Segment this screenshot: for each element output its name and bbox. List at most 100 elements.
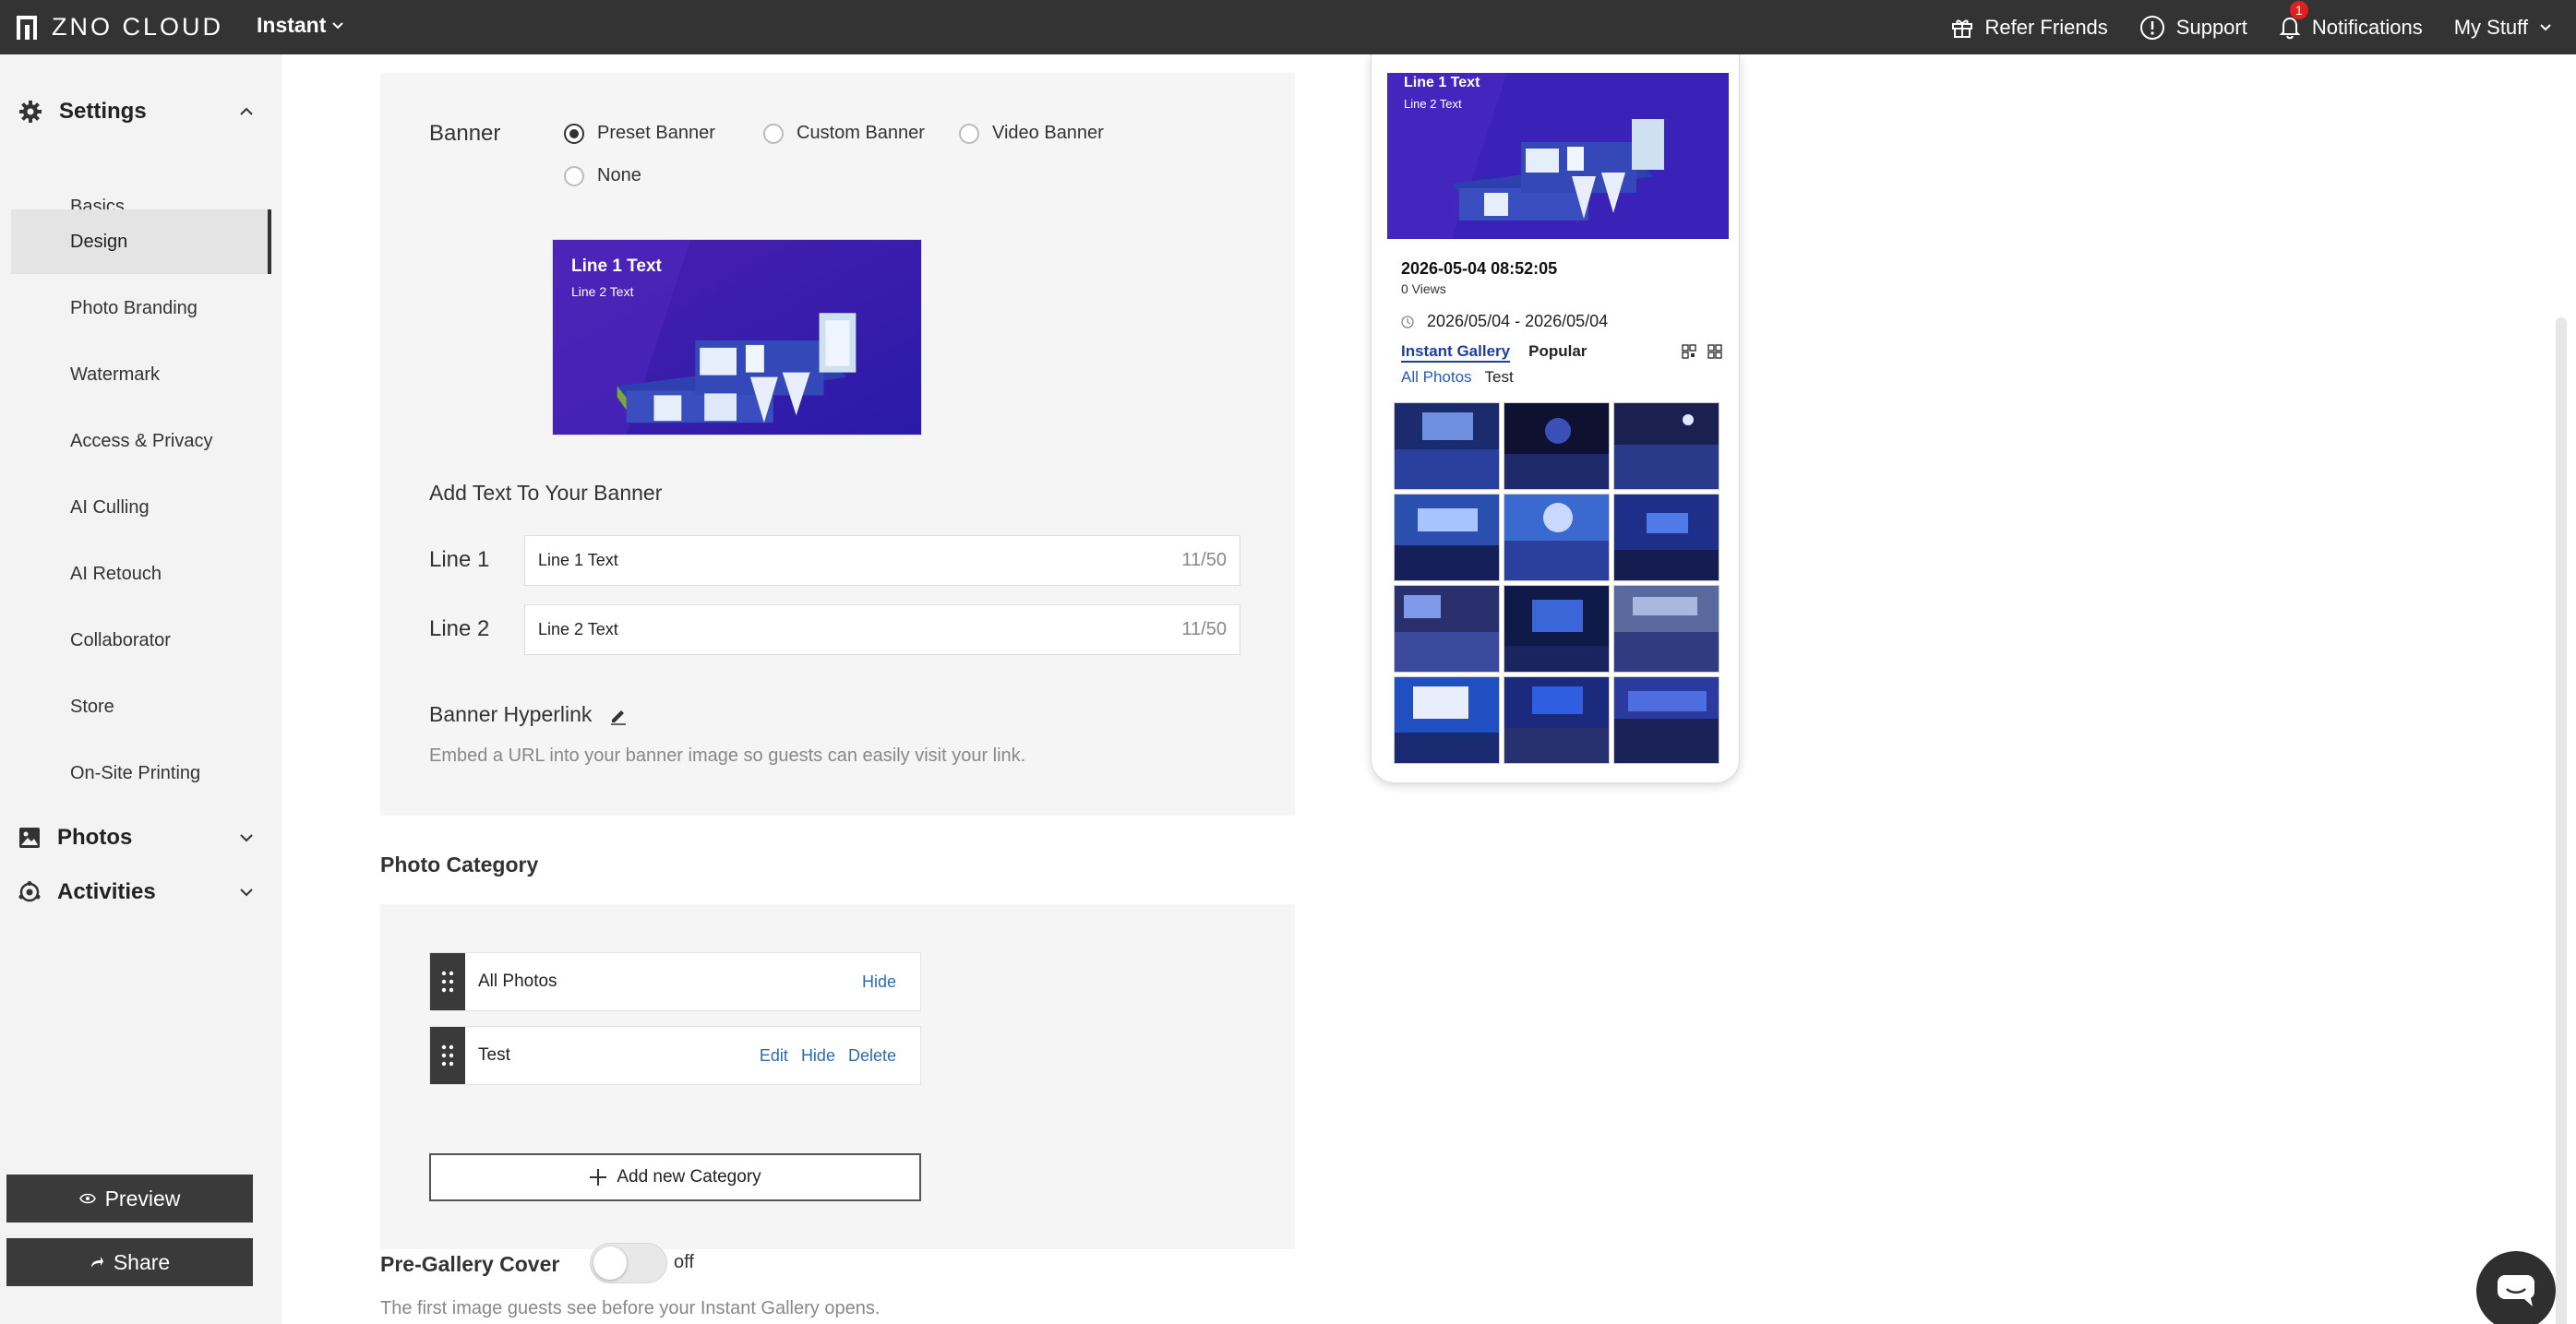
chevron-down-icon [240, 889, 253, 897]
photo-thumbnail[interactable] [1613, 585, 1719, 673]
activities-icon [18, 881, 41, 902]
radio-none[interactable]: None [564, 165, 641, 186]
pre-gallery-toggle[interactable] [590, 1243, 667, 1283]
plus-icon [590, 1169, 607, 1186]
logo-mark-icon [17, 15, 37, 40]
hide-category-link[interactable]: Hide [862, 972, 896, 992]
category-row-all-photos: All Photos Hide [429, 952, 921, 1011]
edit-pencil-icon[interactable] [608, 705, 629, 725]
support-link[interactable]: Support [2139, 15, 2247, 41]
top-bar: ZNO CLOUD Instant Refer Friends Support … [0, 0, 2576, 54]
photo-thumbnail[interactable] [1394, 402, 1500, 490]
phone-views-count: 0 Views [1401, 281, 1446, 296]
drag-handle-icon[interactable] [430, 953, 465, 1010]
sidebar-item-access-privacy[interactable]: Access & Privacy [11, 409, 271, 473]
chevron-down-icon [2540, 23, 2551, 30]
sidebar-item-ai-culling[interactable]: AI Culling [11, 475, 271, 540]
image-icon [19, 828, 40, 848]
chat-support-button[interactable] [2476, 1251, 2556, 1324]
phone-tab-popular[interactable]: Popular [1528, 342, 1587, 363]
main-scrollbar[interactable] [2556, 317, 2567, 1324]
support-label: Support [2175, 15, 2247, 39]
photo-category-title: Photo Category [380, 853, 539, 877]
radio-label: Preset Banner [597, 123, 715, 143]
sidebar-group-photos[interactable]: Photos [18, 825, 254, 851]
photo-thumbnail[interactable] [1504, 402, 1610, 490]
banner-hyperlink-description: Embed a URL into your banner image so gu… [429, 745, 1026, 766]
add-category-label: Add new Category [617, 1167, 761, 1187]
sidebar-item-label: Access & Privacy [70, 430, 213, 451]
pre-gallery-cover-title: Pre-Gallery Cover [380, 1252, 560, 1276]
zno-logo[interactable]: ZNO CLOUD [17, 13, 223, 42]
photo-thumbnail[interactable] [1613, 494, 1719, 581]
sidebar-group-activities[interactable]: Activities [18, 879, 254, 905]
phone-gallery-tabs: Instant Gallery Popular [1401, 342, 1587, 363]
phone-tab-instant-gallery[interactable]: Instant Gallery [1401, 342, 1511, 363]
line1-input[interactable]: Line 1 Text 11/50 [524, 535, 1240, 586]
radio-dot [564, 165, 584, 186]
add-category-button[interactable]: Add new Category [429, 1153, 921, 1201]
radio-label: Video Banner [992, 123, 1104, 143]
toggle-state-label: off [674, 1252, 694, 1272]
radio-label: None [597, 165, 641, 185]
phone-category-test[interactable]: Test [1485, 368, 1514, 387]
notifications-link[interactable]: 1 Notifications [2279, 0, 2423, 40]
photo-thumbnail[interactable] [1504, 676, 1610, 764]
info-icon [2139, 15, 2164, 40]
line2-value: Line 2 Text [538, 620, 618, 638]
photo-thumbnail[interactable] [1613, 402, 1719, 490]
sidebar-item-label: AI Culling [70, 496, 150, 518]
category-actions: Hide [862, 972, 896, 992]
photo-thumbnail[interactable] [1504, 585, 1610, 673]
edit-category-link[interactable]: Edit [760, 1046, 788, 1066]
sidebar-item-watermark[interactable]: Watermark [11, 342, 271, 407]
clock-icon [1401, 315, 1414, 328]
sidebar-item-label: Photo Branding [70, 297, 198, 318]
main-content: Banner Preset Banner Custom Banner Video… [282, 54, 2567, 1324]
photo-thumbnail[interactable] [1394, 585, 1500, 673]
radio-video-banner[interactable]: Video Banner [959, 123, 1104, 144]
refer-friends-link[interactable]: Refer Friends [1950, 16, 2108, 40]
line1-label: Line 1 [429, 547, 490, 572]
line2-counter: 11/50 [1181, 619, 1227, 639]
photo-thumbnail[interactable] [1504, 494, 1610, 581]
phone-category-all-photos[interactable]: All Photos [1401, 368, 1472, 387]
radio-custom-banner[interactable]: Custom Banner [763, 123, 925, 144]
sidebar-photos-label: Photos [57, 825, 133, 850]
sidebar-item-ai-retouch[interactable]: AI Retouch [11, 542, 271, 606]
radio-dot [564, 123, 584, 144]
photo-thumbnail[interactable] [1394, 676, 1500, 764]
line2-input[interactable]: Line 2 Text 11/50 [524, 604, 1240, 655]
phone-photo-grid [1394, 402, 1719, 764]
photo-thumbnail[interactable] [1394, 494, 1500, 581]
sidebar-item-store[interactable]: Store [11, 674, 271, 739]
sidebar-item-on-site-printing[interactable]: On-Site Printing [11, 741, 271, 805]
share-button[interactable]: Share [6, 1238, 253, 1286]
banner-preview-image: Line 1 Text Line 2 Text [552, 239, 922, 435]
preview-button[interactable]: Preview [6, 1175, 253, 1223]
photo-thumbnail[interactable] [1613, 676, 1719, 764]
sidebar-item-label: Watermark [70, 364, 161, 385]
qr-code-icon[interactable] [1682, 344, 1696, 359]
sidebar-item-photo-branding[interactable]: Photo Branding [11, 276, 271, 340]
sidebar-group-settings[interactable]: Settings [18, 99, 254, 125]
drag-handle-icon[interactable] [430, 1027, 465, 1084]
phone-date-range: 2026/05/04 - 2026/05/04 [1401, 312, 1608, 331]
add-text-title: Add Text To Your Banner [429, 481, 663, 505]
share-label: Share [113, 1249, 171, 1274]
banner-preview-line1: Line 1 Text [571, 256, 662, 276]
plan-switcher[interactable]: Instant [257, 13, 344, 38]
banner-preview-line2: Line 2 Text [571, 284, 634, 299]
hide-category-link[interactable]: Hide [801, 1046, 835, 1066]
radio-preset-banner[interactable]: Preset Banner [564, 123, 715, 144]
preview-label: Preview [104, 1186, 181, 1211]
category-actions: Edit Hide Delete [760, 1046, 896, 1066]
banner-settings-panel: Banner Preset Banner Custom Banner Video… [380, 73, 1295, 816]
sidebar-item-design[interactable]: Design [11, 209, 271, 274]
phone-banner-line2: Line 2 Text [1404, 97, 1462, 111]
sidebar-item-collaborator[interactable]: Collaborator [11, 608, 271, 673]
my-stuff-menu[interactable]: My Stuff [2454, 16, 2552, 40]
delete-category-link[interactable]: Delete [848, 1046, 896, 1066]
grid-view-icon[interactable] [1707, 344, 1722, 359]
category-name: Test [478, 1045, 510, 1065]
